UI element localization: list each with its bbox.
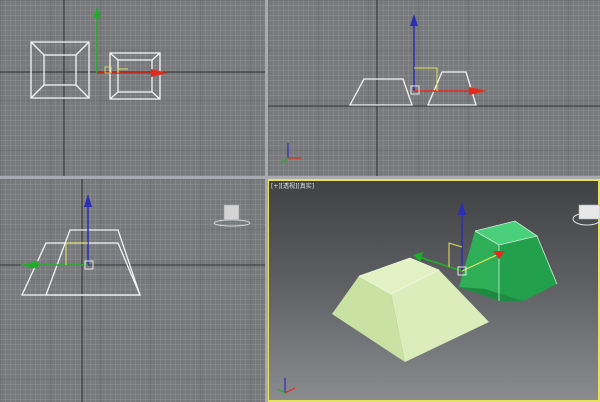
viewport-perspective-canvas [276,202,600,394]
frustum-shaded-selected [459,220,558,301]
viewport-front[interactable] [268,0,600,176]
viewport-divider-horizontal[interactable] [0,176,600,179]
viewcube-icon [572,204,600,226]
frustum-wireframe-front-left [348,78,413,106]
viewport-front-canvas [268,0,600,176]
frustum-wireframe-top-left [30,41,90,99]
viewport-top[interactable] [0,0,265,176]
viewport-perspective[interactable]: [+][透视][真实] [267,179,600,402]
viewport-workspace: [+][透视][真实] [0,0,600,402]
viewport-divider-vertical[interactable] [265,0,268,402]
axis-tripod-icon [276,378,296,394]
move-gizmo-icon [410,14,487,95]
viewcube-icon [213,204,251,227]
axis-tripod-icon [281,143,301,164]
viewport-left[interactable] [0,179,265,402]
viewport-top-canvas [0,0,265,176]
viewport-left-canvas [0,179,265,402]
frustum-wireframe-left-front [20,242,141,296]
frustum-wireframe-front-right [427,71,477,106]
move-gizmo-icon [93,7,168,77]
